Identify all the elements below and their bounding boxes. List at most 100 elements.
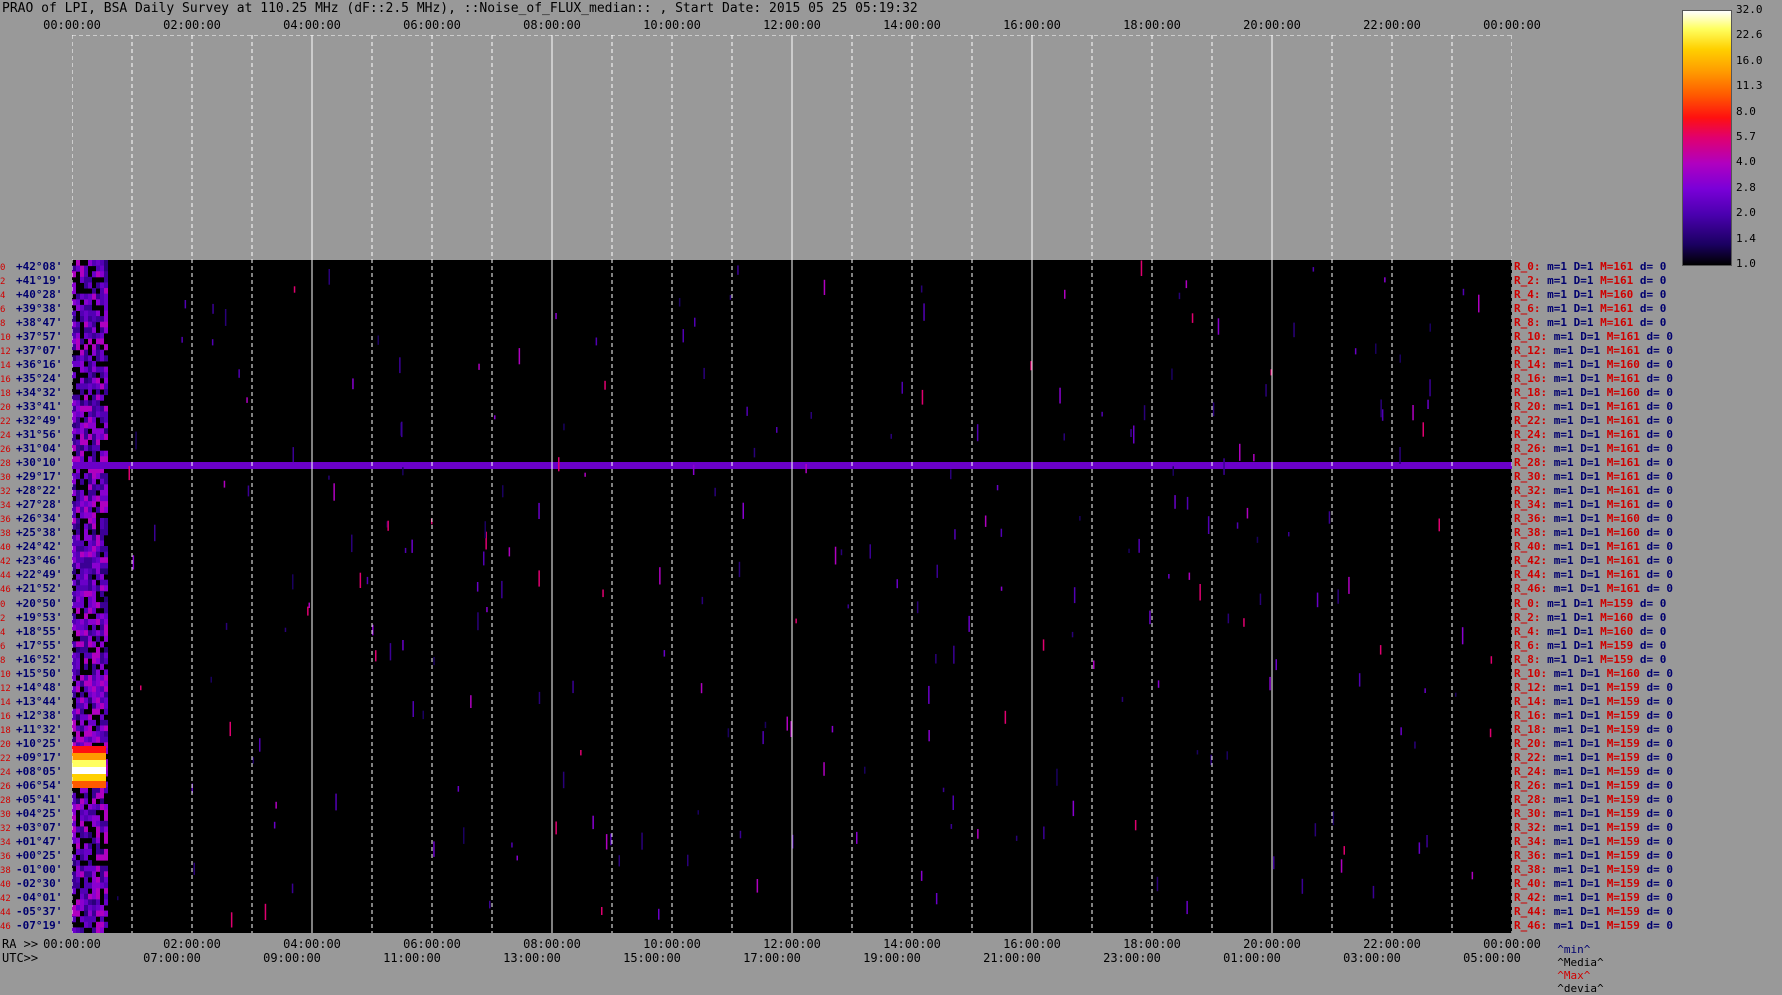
- row-label: 20 +33°41': [0, 401, 62, 414]
- row-declination: +38°47': [16, 316, 63, 330]
- ra-tick-label: 08:00:00: [523, 937, 581, 951]
- row-stat-median: D=1: [1580, 526, 1607, 540]
- row-index: 32: [0, 823, 11, 834]
- row-stat-name: R_4:: [1514, 288, 1548, 302]
- row-declination: +05°41': [16, 792, 63, 806]
- row-stat-name: R_6:: [1514, 302, 1548, 316]
- row-stat-max: M=161: [1606, 330, 1647, 344]
- top-tick-label: 22:00:00: [1363, 18, 1421, 32]
- row-stat-dev: d= 0: [1639, 624, 1673, 638]
- row-stat-median: D=1: [1580, 358, 1607, 372]
- row-stat: R_22: m=1 D=1 M=159 d= 0: [1514, 752, 1680, 763]
- row-stat-name: R_0:: [1514, 260, 1548, 273]
- row-index: 34: [0, 837, 11, 848]
- row-index: 10: [0, 333, 11, 344]
- row-stat-max: M=161: [1606, 428, 1647, 442]
- row-index: 8: [0, 319, 6, 330]
- row-stat: R_28: m=1 D=1 M=161 d= 0: [1514, 457, 1680, 468]
- row-index: 28: [0, 795, 11, 806]
- row-declination: -07°19': [16, 918, 63, 932]
- row-stat-min: m=1: [1553, 750, 1581, 764]
- row-index: 20: [0, 403, 11, 414]
- row-index: 2: [0, 277, 6, 288]
- row-stat-median: D=1: [1580, 442, 1607, 456]
- row-stat-max: M=159: [1600, 596, 1640, 610]
- row-stat-name: R_40:: [1514, 876, 1554, 890]
- row-label: 0 +20°50': [0, 598, 62, 611]
- row-stat-dev: d= 0: [1639, 274, 1673, 288]
- row-stat-median: D=1: [1580, 372, 1607, 386]
- row-declination: +28°22': [16, 484, 63, 498]
- legend-max: ^Max^: [1557, 969, 1591, 982]
- row-stat-name: R_44:: [1514, 568, 1554, 582]
- row-stat-max: M=161: [1606, 568, 1647, 582]
- row-stat-median: D=1: [1580, 498, 1607, 512]
- row-label: 10 +37°57': [0, 331, 62, 344]
- row-stat-min: m=1: [1553, 890, 1581, 904]
- row-stat: R_6: m=1 D=1 M=161 d= 0: [1514, 303, 1673, 314]
- row-declination: +33°41': [16, 400, 63, 414]
- row-label: 34 +01°47': [0, 836, 62, 849]
- row-declination: +16°52': [16, 652, 63, 666]
- row-stat-min: m=1: [1553, 876, 1581, 890]
- row-stat-max: M=161: [1606, 470, 1647, 484]
- row-stat-dev: d= 0: [1646, 890, 1680, 904]
- row-index: 46: [0, 921, 11, 932]
- row-stat-name: R_34:: [1514, 498, 1554, 512]
- row-stat-max: M=161: [1606, 442, 1647, 456]
- row-stat-min: m=1: [1553, 470, 1581, 484]
- top-tick-label: 00:00:00: [1483, 18, 1541, 32]
- row-stat-min: m=1: [1553, 372, 1581, 386]
- row-index: 16: [0, 375, 11, 386]
- row-stat: R_38: m=1 D=1 M=159 d= 0: [1514, 864, 1680, 875]
- row-stat: R_16: m=1 D=1 M=161 d= 0: [1514, 373, 1680, 384]
- row-stat-min: m=1: [1553, 428, 1581, 442]
- row-label: 8 +16°52': [0, 654, 62, 667]
- row-stat-dev: d= 0: [1646, 680, 1680, 694]
- ra-tick-label: 20:00:00: [1243, 937, 1301, 951]
- top-tick-label: 12:00:00: [763, 18, 821, 32]
- row-stat-dev: d= 0: [1646, 526, 1680, 540]
- ra-axis-prefix: RA >>: [2, 937, 39, 951]
- row-stat-median: D=1: [1580, 554, 1607, 568]
- row-stat-max: M=161: [1606, 400, 1647, 414]
- row-declination: +11°32': [16, 722, 63, 736]
- row-index: 24: [0, 431, 11, 442]
- utc-tick-label: 07:00:00: [143, 951, 201, 965]
- row-label: 24 +08°05': [0, 766, 62, 779]
- ra-tick-label: 10:00:00: [643, 937, 701, 951]
- top-tick-label: 16:00:00: [1003, 18, 1061, 32]
- row-label: 6 +17°55': [0, 640, 62, 653]
- legend-median: ^Media^: [1557, 956, 1604, 969]
- row-stat-dev: d= 0: [1639, 288, 1673, 302]
- colorbar-tick: 4.0: [1736, 155, 1756, 169]
- row-stat-name: R_28:: [1514, 792, 1554, 806]
- row-stat: R_30: m=1 D=1 M=159 d= 0: [1514, 808, 1680, 819]
- row-stat-max: M=161: [1600, 302, 1640, 316]
- row-stat-min: m=1: [1553, 540, 1581, 554]
- row-label: 34 +27°28': [0, 499, 62, 512]
- row-stat: R_0: m=1 D=1 M=161 d= 0: [1514, 261, 1673, 272]
- top-tick-label: 14:00:00: [883, 18, 941, 32]
- row-stat: R_34: m=1 D=1 M=159 d= 0: [1514, 836, 1680, 847]
- row-stat-median: D=1: [1580, 890, 1607, 904]
- row-stat: R_20: m=1 D=1 M=161 d= 0: [1514, 401, 1680, 412]
- row-stat-median: D=1: [1580, 722, 1607, 736]
- row-label: 32 +28°22': [0, 485, 62, 498]
- row-stat-min: m=1: [1553, 582, 1581, 596]
- row-declination: +36°16': [16, 358, 63, 372]
- utc-tick-label: 19:00:00: [863, 951, 921, 965]
- row-declination: -05°37': [16, 904, 63, 918]
- row-label: 28 +05°41': [0, 794, 62, 807]
- row-stat-name: R_0:: [1514, 596, 1548, 610]
- row-index: 6: [0, 641, 6, 652]
- row-stat-dev: d= 0: [1639, 260, 1673, 273]
- row-declination: +23°46': [16, 554, 63, 568]
- row-declination: +09°17': [16, 750, 63, 764]
- colorbar-tick: 1.4: [1736, 231, 1756, 245]
- row-stat-name: R_26:: [1514, 778, 1554, 792]
- row-declination: +27°28': [16, 498, 63, 512]
- row-stat-dev: d= 0: [1646, 792, 1680, 806]
- row-stat-name: R_22:: [1514, 414, 1554, 428]
- row-stat-min: m=1: [1553, 792, 1581, 806]
